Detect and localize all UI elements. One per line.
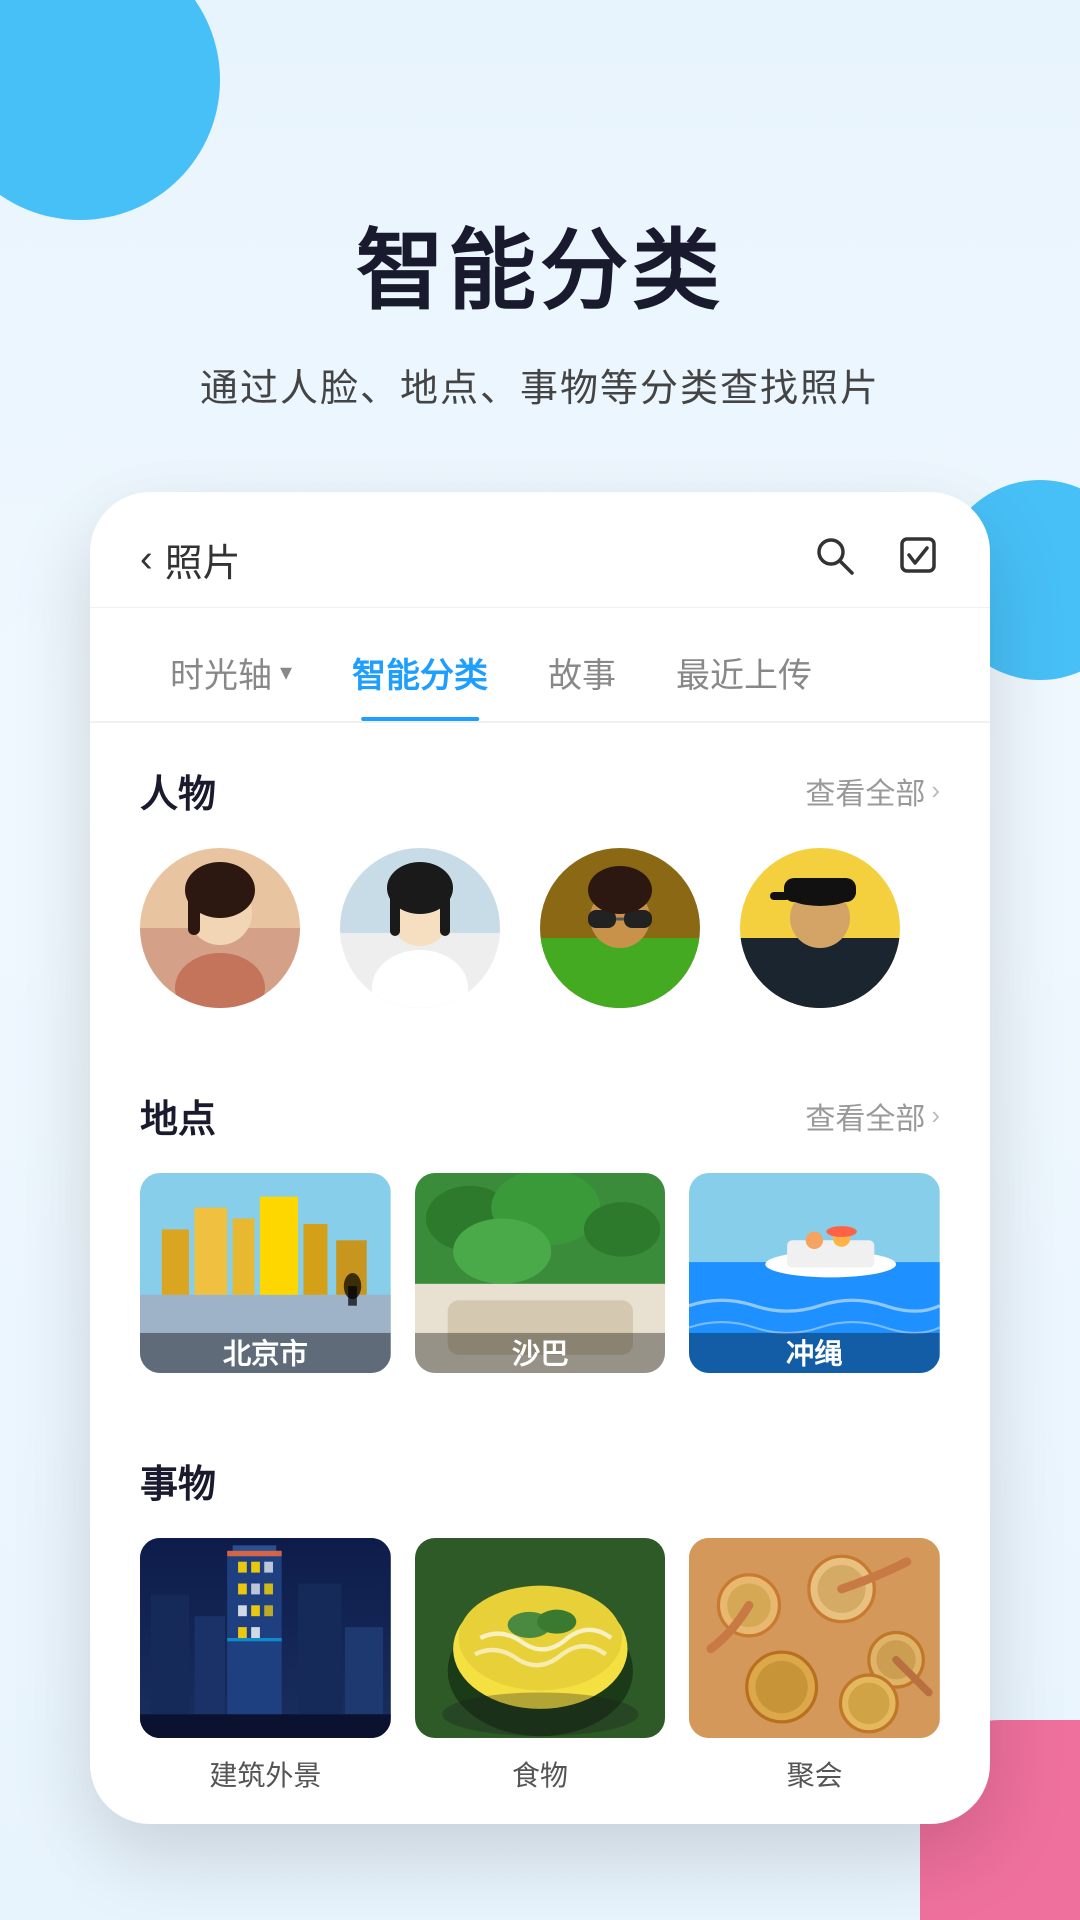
thing-gathering-label: 聚会	[787, 1754, 843, 1794]
tab-smart-classify[interactable]: 智能分类	[322, 628, 518, 721]
back-label: 照片	[165, 532, 241, 587]
place-okinawa[interactable]: 冲绳	[689, 1173, 940, 1373]
phone-content: ‹ 照片	[90, 492, 990, 1824]
header-section: 智能分类 通过人脸、地点、事物等分类查找照片	[0, 0, 1080, 492]
phone-mockup: ‹ 照片	[90, 492, 990, 1824]
top-bar: ‹ 照片	[90, 492, 990, 608]
place-saba[interactable]: 沙巴	[415, 1173, 666, 1373]
main-title: 智能分类	[0, 200, 1080, 327]
timeline-dropdown-icon: ▾	[280, 658, 292, 687]
back-arrow-icon: ‹	[140, 538, 153, 581]
thing-food[interactable]	[415, 1538, 666, 1738]
tab-timeline[interactable]: 时光轴 ▾	[140, 628, 322, 721]
thing-food-label: 食物	[512, 1754, 568, 1794]
thing-food-wrapper: 食物	[415, 1538, 666, 1794]
tab-bar: 时光轴 ▾ 智能分类 故事 最近上传	[90, 608, 990, 723]
thing-gathering-wrapper: 聚会	[689, 1538, 940, 1794]
places-section: 地点 查看全部 ›	[90, 1048, 990, 1413]
avatar-person-2[interactable]	[340, 848, 500, 1008]
people-chevron-icon: ›	[931, 775, 940, 806]
top-icons	[812, 533, 940, 587]
things-grid: 建筑外景	[140, 1538, 940, 1804]
select-icon[interactable]	[896, 533, 940, 587]
things-section: 事物	[90, 1413, 990, 1824]
things-section-title: 事物	[140, 1453, 216, 1508]
places-view-all[interactable]: 查看全部 ›	[805, 1094, 940, 1138]
people-section: 人物 查看全部 ›	[90, 723, 990, 1048]
tab-recent-upload[interactable]: 最近上传	[646, 628, 842, 721]
back-button[interactable]: ‹ 照片	[140, 532, 241, 587]
avatar-person-4[interactable]	[740, 848, 900, 1008]
thing-architecture-wrapper: 建筑外景	[140, 1538, 391, 1794]
places-section-header: 地点 查看全部 ›	[140, 1088, 940, 1143]
svg-text:冲绳: 冲绳	[786, 1337, 843, 1370]
people-section-title: 人物	[140, 763, 216, 818]
avatar-person-3[interactable]	[540, 848, 700, 1008]
people-row	[140, 848, 940, 1028]
things-section-header: 事物	[140, 1453, 940, 1508]
people-view-all[interactable]: 查看全部 ›	[805, 769, 940, 813]
places-section-title: 地点	[140, 1088, 216, 1143]
tab-story[interactable]: 故事	[518, 628, 646, 721]
sub-title: 通过人脸、地点、事物等分类查找照片	[0, 357, 1080, 412]
place-beijing[interactable]: 北京市	[140, 1173, 391, 1373]
thing-architecture[interactable]	[140, 1538, 391, 1738]
places-grid: 北京市	[140, 1173, 940, 1393]
search-icon[interactable]	[812, 533, 856, 587]
svg-text:沙巴: 沙巴	[512, 1338, 569, 1370]
avatar-person-1[interactable]	[140, 848, 300, 1008]
places-chevron-icon: ›	[931, 1100, 940, 1131]
thing-architecture-label: 建筑外景	[209, 1754, 321, 1794]
people-section-header: 人物 查看全部 ›	[140, 763, 940, 818]
thing-gathering[interactable]	[689, 1538, 940, 1738]
svg-text:北京市: 北京市	[223, 1337, 308, 1370]
